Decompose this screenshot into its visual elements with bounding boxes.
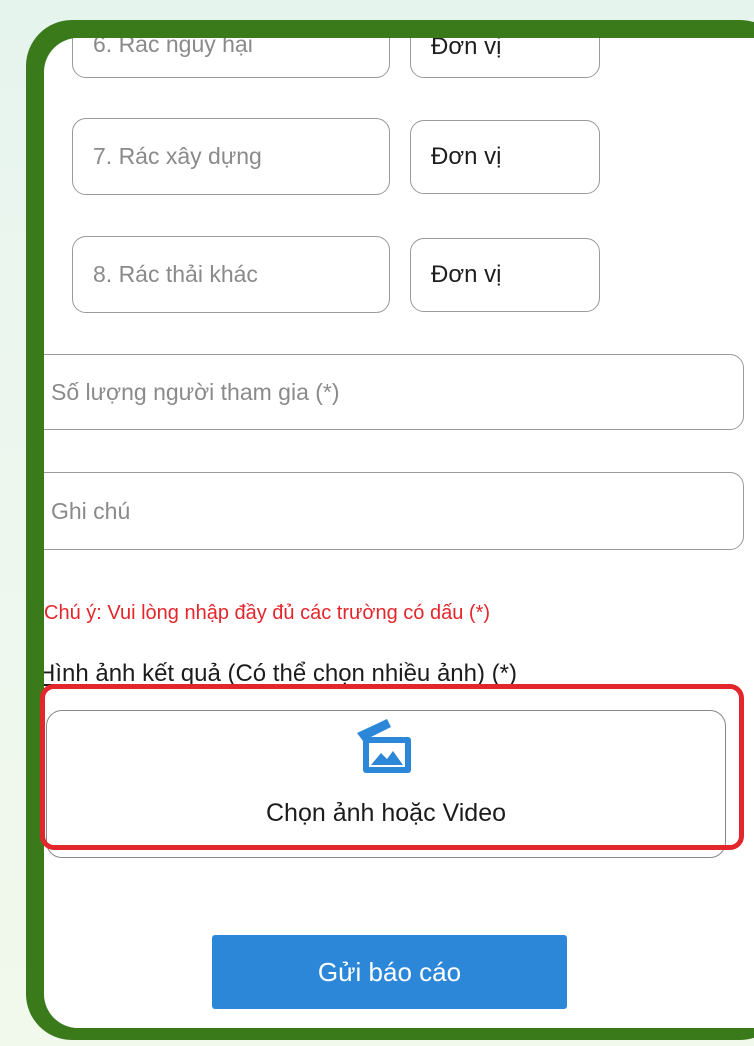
submit-report-button[interactable]: Gửi báo cáo <box>212 935 567 1009</box>
required-fields-note: Chú ý: Vui lòng nhập đầy đủ các trường c… <box>44 602 491 624</box>
waste-type-field-hazardous[interactable]: 6. Rác nguy hại <box>72 38 390 78</box>
unit-field-other[interactable]: Đơn vị <box>410 238 600 312</box>
waste-type-field-construction[interactable]: 7. Rác xây dựng <box>72 118 390 195</box>
participants-placeholder: Số lượng người tham gia (*) <box>51 378 340 405</box>
waste-type-placeholder: 8. Rác thải khác <box>93 261 258 287</box>
unit-field-construction[interactable]: Đơn vị <box>410 120 600 194</box>
waste-type-placeholder: 6. Rác nguy hại <box>93 38 253 57</box>
waste-type-field-other[interactable]: 8. Rác thải khác <box>72 236 390 313</box>
highlight-box <box>40 684 744 850</box>
unit-label: Đơn vị <box>431 38 502 60</box>
participants-input[interactable]: Số lượng người tham gia (*) <box>44 354 744 430</box>
waste-type-placeholder: 7. Rác xây dựng <box>93 143 262 169</box>
unit-label: Đơn vị <box>431 261 502 288</box>
unit-field-hazardous[interactable]: Đơn vị <box>410 38 600 78</box>
app-screen: 6. Rác nguy hại Đơn vị 7. Rác xây dựng Đ… <box>44 38 754 1028</box>
unit-label: Đơn vị <box>431 143 502 170</box>
notes-placeholder: Ghi chú <box>51 497 131 524</box>
notes-input[interactable]: Ghi chú <box>44 472 744 550</box>
